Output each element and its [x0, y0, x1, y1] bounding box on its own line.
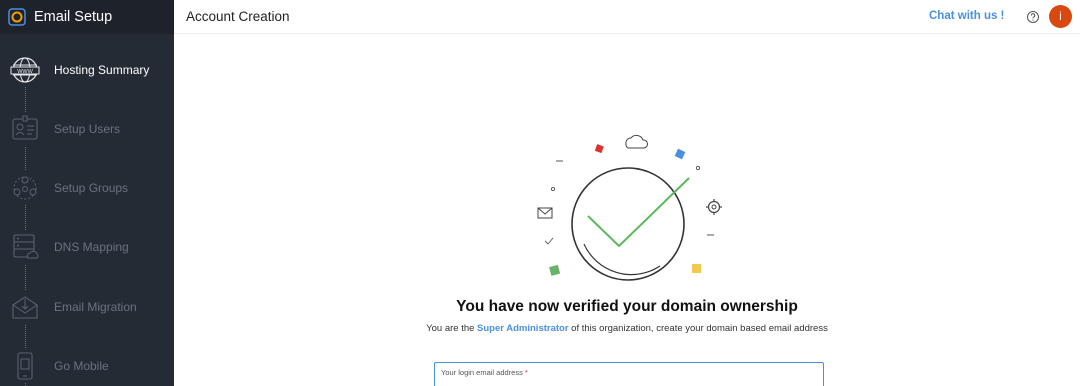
- sidebar-item-label: Setup Users: [54, 122, 121, 136]
- sidebar-item-hosting-summary[interactable]: WWW Hosting Summary: [0, 50, 174, 90]
- svg-text:WWW: WWW: [17, 69, 33, 75]
- email-migration-icon: [8, 290, 42, 324]
- sidebar-header: Email Setup: [0, 0, 174, 34]
- sidebar-title: Email Setup: [34, 9, 113, 25]
- sidebar-item-setup-groups[interactable]: Setup Groups: [0, 168, 174, 208]
- chat-with-us-link[interactable]: Chat with us !: [929, 10, 1004, 22]
- admin-info-text: You are the Super Administrator of this …: [426, 323, 828, 334]
- help-icon[interactable]: [1026, 10, 1040, 24]
- email-input[interactable]: [441, 380, 817, 386]
- sidebar: Email Setup WWW Hosting Summary Setup Us…: [0, 0, 174, 386]
- app-logo-icon: [8, 8, 26, 26]
- sidebar-item-label: Hosting Summary: [54, 63, 150, 77]
- sidebar-item-label: DNS Mapping: [54, 240, 129, 254]
- success-check-illustration: [537, 134, 722, 281]
- required-asterisk: *: [524, 368, 528, 377]
- group-icon: [8, 171, 42, 205]
- sidebar-item-label: Email Migration: [54, 300, 137, 314]
- sidebar-item-go-mobile[interactable]: Go Mobile: [0, 346, 174, 386]
- dns-server-icon: [8, 230, 42, 264]
- verified-heading: You have now verified your domain owners…: [456, 298, 798, 315]
- sidebar-item-label: Go Mobile: [54, 359, 109, 373]
- role-highlight: Super Administrator: [477, 323, 569, 334]
- sidebar-item-label: Setup Groups: [54, 181, 129, 195]
- sidebar-item-dns-mapping[interactable]: DNS Mapping: [0, 227, 174, 267]
- sidebar-item-email-migration[interactable]: Email Migration: [0, 287, 174, 327]
- user-badge-icon: [8, 112, 42, 146]
- sidebar-item-setup-users[interactable]: Setup Users: [0, 109, 174, 149]
- globe-www-icon: WWW: [8, 53, 42, 87]
- top-header: Account Creation Chat with us ! i: [174, 0, 1080, 34]
- login-email-field[interactable]: Your login email address *: [434, 362, 824, 386]
- email-field-label: Your login email address *: [441, 368, 528, 377]
- mobile-icon: [8, 349, 42, 383]
- page-title: Account Creation: [186, 9, 290, 24]
- avatar[interactable]: i: [1049, 5, 1072, 28]
